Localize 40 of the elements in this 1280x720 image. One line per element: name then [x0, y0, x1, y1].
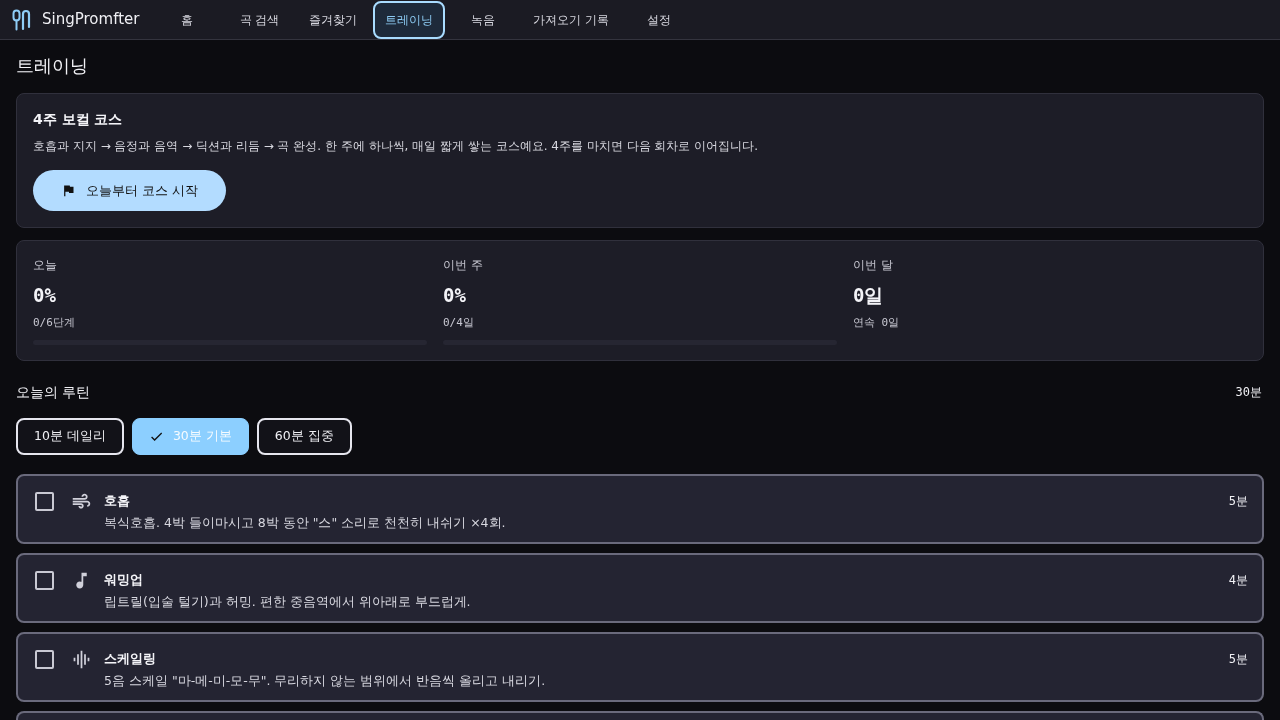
sound-wave-icon	[71, 649, 92, 670]
page-title: 트레이닝	[16, 54, 89, 78]
stat-label: 오늘	[33, 257, 58, 273]
nav-tab[interactable]: 즐겨찾기	[297, 0, 370, 39]
task-checkbox[interactable]	[35, 571, 54, 590]
routine-preset-chip[interactable]: 60분 집중	[256, 418, 352, 455]
course-title: 4주 보컬 코스	[33, 110, 124, 129]
stat-value: 0%	[443, 283, 467, 307]
task-description: 복식호흡. 4박 들이마시고 8박 동안 "스" 소리로 천천히 내쉬기 ×4회.	[104, 514, 507, 532]
task-title: 호흡	[104, 492, 131, 510]
nav-tab[interactable]: 곡 검색	[225, 0, 294, 39]
nav-tab[interactable]: 녹음	[449, 0, 518, 39]
stat-value: 0%	[33, 283, 57, 307]
stat-detail: 연속 0일	[853, 315, 901, 331]
stat-value: 0일	[853, 283, 885, 307]
task-title: 스케일링	[104, 650, 157, 668]
app-name: SingPromfter	[42, 12, 140, 27]
nav-tab[interactable]: 트레이닝	[373, 0, 446, 39]
course-description: 호흡과 지지 → 음정과 음역 → 딕션과 리듬 → 곡 완성. 한 주에 하나씩, 매일 짧게 쌓는 코스예요. 4주를 마치면 다음 회차로 이어집니다.	[33, 138, 759, 155]
task-duration: 5분	[1228, 493, 1248, 510]
task-duration: 4분	[1228, 572, 1248, 589]
routine-title: 오늘의 루틴	[16, 383, 91, 402]
flag-icon	[61, 183, 76, 198]
routine-preset-chip[interactable]: 10분 데일리	[16, 418, 124, 455]
nav-tab[interactable]: 홈	[153, 0, 222, 39]
nav-tab[interactable]: 가져오기 기록	[521, 0, 622, 39]
task-title: 워밍업	[104, 571, 144, 589]
microphone-logo-icon	[12, 8, 32, 31]
start-course-button[interactable]: 오늘부터 코스 시작	[33, 170, 227, 211]
stat-detail: 0/6단계	[33, 315, 76, 331]
task-duration: 5분	[1228, 651, 1248, 668]
stat-detail: 0/4일	[443, 315, 475, 331]
routine-total: 30분	[1235, 384, 1263, 401]
stat-label: 이번 주	[443, 257, 484, 273]
task-description: 5음 스케일 "마-메-미-모-무". 무리하지 않는 범위에서 반음씩 올리고 내리기.	[104, 672, 547, 690]
stat-label: 이번 달	[853, 257, 894, 273]
nav-tab[interactable]: 설정	[625, 0, 694, 39]
task-checkbox[interactable]	[35, 650, 54, 669]
task-checkbox[interactable]	[35, 492, 54, 511]
task-description: 립트릴(입술 털기)과 허밍. 편한 중음역에서 위아래로 부드럽게.	[104, 593, 472, 611]
